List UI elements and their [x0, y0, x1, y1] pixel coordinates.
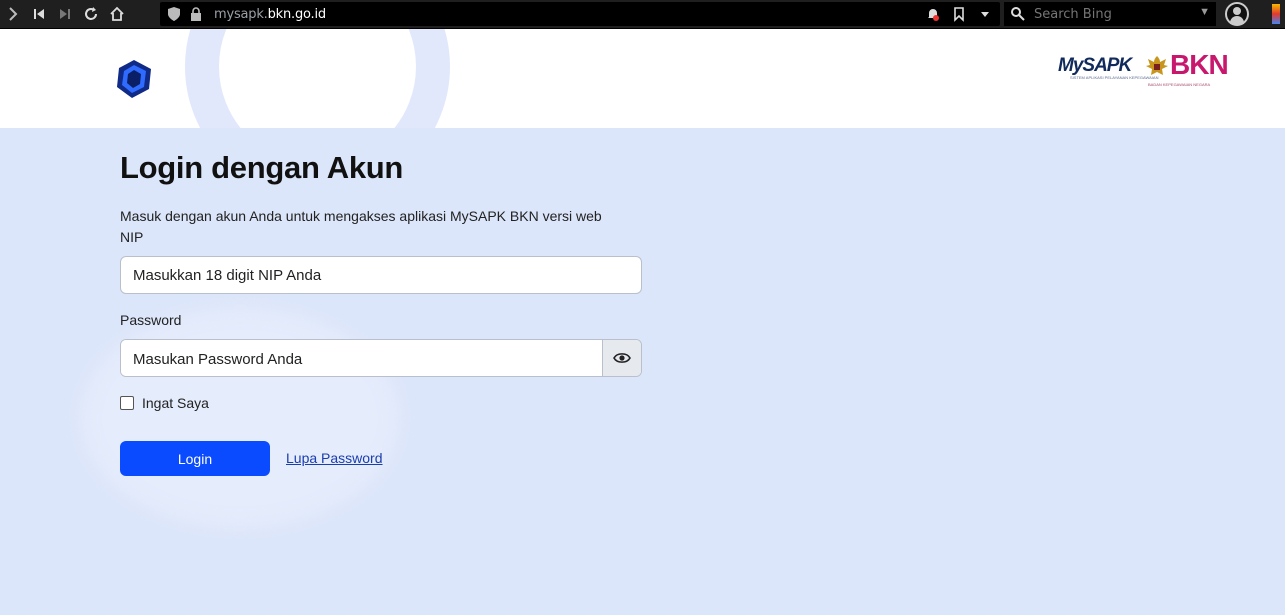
skip-forward-icon[interactable] [52, 0, 78, 28]
url-prefix: mysapk. [214, 6, 268, 22]
decorative-ring [185, 29, 450, 128]
forward-arrow-icon[interactable] [0, 0, 26, 28]
page-title: Login dengan Akun [120, 150, 404, 185]
notification-blocked-icon[interactable] [924, 5, 942, 23]
search-icon [1011, 7, 1025, 21]
lock-icon[interactable] [188, 6, 204, 22]
bkn-logo-text: BKN [1170, 49, 1229, 80]
remember-me[interactable]: Ingat Saya [120, 395, 209, 411]
nip-input[interactable] [120, 256, 642, 294]
remember-label: Ingat Saya [142, 395, 209, 411]
browser-toolbar: mysapk.bkn.go.id ▼ [0, 0, 1285, 29]
search-dropdown-icon[interactable]: ▼ [1199, 6, 1210, 18]
profile-avatar-icon[interactable] [1225, 2, 1249, 26]
login-description: Masuk dengan akun Anda untuk mengakses a… [120, 208, 602, 224]
search-input[interactable] [1032, 5, 1196, 23]
bookmark-icon[interactable] [950, 5, 968, 23]
remember-checkbox[interactable] [120, 396, 134, 410]
address-bar[interactable]: mysapk.bkn.go.id [160, 2, 1000, 26]
password-label: Password [120, 312, 182, 328]
password-field [120, 339, 642, 377]
password-input[interactable] [121, 340, 605, 376]
forgot-password-link[interactable]: Lupa Password [286, 450, 383, 466]
url-text: mysapk.bkn.go.id [214, 7, 326, 22]
eye-icon [613, 353, 631, 363]
side-panel-edge[interactable] [1272, 4, 1280, 24]
dropdown-arrow-icon[interactable] [976, 5, 994, 23]
mysapk-logo-text: MySAPK [1058, 55, 1132, 76]
url-domain: bkn.go.id [267, 6, 327, 22]
shield-icon[interactable] [166, 6, 182, 22]
nip-label: NIP [120, 229, 144, 245]
skip-back-icon[interactable] [26, 0, 52, 28]
login-section: Login dengan Akun Masuk dengan akun Anda… [0, 128, 1285, 615]
search-box[interactable]: ▼ [1004, 2, 1216, 26]
garuda-emblem-icon [1146, 56, 1168, 75]
site-logo-icon[interactable] [115, 59, 153, 99]
mysapk-logo: MySAPK SISTEM APLIKASI PELAYANAN KEPEGAW… [1058, 55, 1158, 80]
home-icon[interactable] [104, 0, 130, 28]
site-header: MySAPK SISTEM APLIKASI PELAYANAN KEPEGAW… [0, 29, 1285, 128]
reload-icon[interactable] [78, 0, 104, 28]
bkn-subtext: BADAN KEPEGAWAIAN NEGARA [1148, 82, 1211, 87]
show-password-button[interactable] [602, 340, 641, 376]
login-button[interactable]: Login [120, 441, 270, 476]
